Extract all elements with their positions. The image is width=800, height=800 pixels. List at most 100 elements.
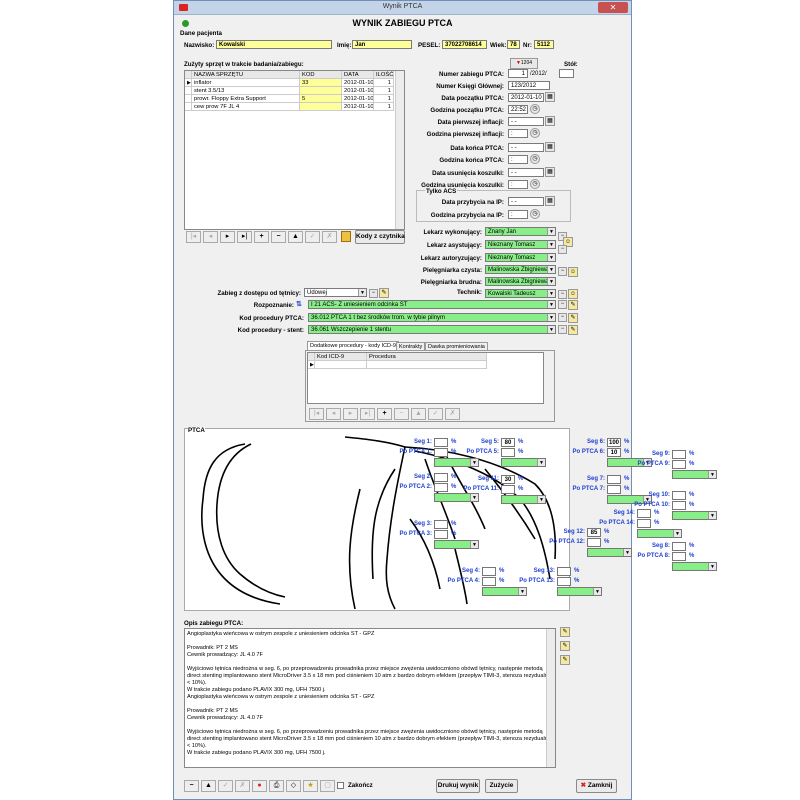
stol-field[interactable] [559,69,574,78]
cancel-edit-button[interactable]: ✗ [322,231,337,243]
prev-record-button[interactable]: ◂ [203,231,218,243]
surname-field[interactable]: Kowalski [216,40,332,49]
barcode-icon[interactable] [341,231,351,242]
table-cell[interactable] [367,361,487,369]
po-ptca-value-input[interactable]: 10 [607,448,621,457]
table-cell[interactable]: 1 [374,103,394,111]
tab-dodatkowe-procedury[interactable]: Dodatkowe procedury - kody ICD-9 [307,341,399,350]
kod-stent-select[interactable]: 36.061 Wszczepienie 1 stentu ▼ [308,325,556,334]
minus-icon[interactable]: − [558,290,567,299]
edit-list-icon[interactable]: ✎ [379,288,389,298]
record-icon[interactable]: ● [252,780,267,792]
printer-icon[interactable]: ⎙ [269,780,284,792]
table-cell[interactable]: 5 [300,95,342,103]
nr-field[interactable]: 5112 [534,40,554,49]
copy-text-icon[interactable]: ✎ [560,655,570,665]
table-cell[interactable]: 1 [374,95,394,103]
up-button[interactable]: ▲ [201,780,216,792]
godzina-poczatku-field[interactable]: 22:52 [508,105,528,114]
pielegniarka-czysta-select[interactable]: Malinowska Zbigniewa ▼ [485,265,556,274]
first-record-button[interactable]: |◂ [186,231,201,243]
segment-select[interactable]: ▼ [434,540,479,549]
segment-select[interactable]: ▼ [672,562,717,571]
lekarz-wykonujacy-select[interactable]: Znany Jan ▼ [485,227,556,236]
people-icon[interactable]: ☺ [568,289,578,299]
insert-text-icon[interactable]: ✎ [560,641,570,651]
po-ptca-value-input[interactable] [434,530,448,539]
column-header[interactable]: ILOŚĆ [374,71,394,79]
edit-list-icon[interactable]: ✎ [568,313,578,323]
people-icon[interactable]: ☺ [568,267,578,277]
kod-procedury-select[interactable]: 36.012 PTCA 1 t bez środków trom. w tybi… [308,313,556,322]
cancel-edit-button[interactable]: ✗ [235,780,250,792]
next-record-button[interactable]: ▸ [220,231,235,243]
po-ptca-value-input[interactable] [434,483,448,492]
po-ptca-value-input[interactable] [501,485,515,494]
table-cell[interactable] [300,87,342,95]
calendar-icon[interactable]: ▦ [545,196,555,206]
age-field[interactable]: 78 [507,40,520,49]
clock-icon[interactable]: ◷ [530,209,540,219]
last-record-button[interactable]: ▸| [237,231,252,243]
segment-select[interactable]: ▼ [587,548,632,557]
close-window-button[interactable]: ✕ [598,2,628,13]
segment-value-input[interactable] [607,475,621,484]
zamknij-button[interactable]: ✖ Zamknij [576,779,617,793]
table-cell[interactable]: 2012-01-10 [342,87,374,95]
rozpoznanie-select[interactable]: I 21 ACS- Z uniesieniem odcinka ST ▼ [308,300,556,309]
clock-icon[interactable]: ◷ [530,104,540,114]
confirm-button[interactable]: ✓ [218,780,233,792]
minus-icon[interactable]: − [369,289,378,298]
dostep-select[interactable]: Udowej ▼ [304,288,367,297]
godzina-konca-field[interactable]: : [508,155,528,164]
segment-value-input[interactable] [482,567,496,576]
po-ptca-value-input[interactable] [434,448,448,457]
po-ptca-value-input[interactable] [607,485,621,494]
edit-list-icon[interactable]: ✎ [568,325,578,335]
po-ptca-value-input[interactable] [557,577,571,586]
confirm-button[interactable]: ✓ [305,231,320,243]
minus-icon[interactable]: − [558,267,567,276]
disabled-icon[interactable]: ▢ [320,780,335,792]
column-header[interactable]: NAZWA SPRZĘTU [192,71,300,79]
table-cell[interactable]: cew prow 7F JL 4 [192,103,300,111]
segment-value-input[interactable] [434,438,448,447]
segment-value-input[interactable] [434,473,448,482]
prev-record-button[interactable]: ◂ [326,408,341,420]
table-cell[interactable]: inflator [192,79,300,87]
opis-textarea[interactable]: Angioplastyka wieńcowa w ostrym zespole … [184,628,556,768]
minus-icon[interactable]: − [558,245,567,254]
edit-list-icon[interactable]: ✎ [568,300,578,310]
pielegniarka-brudna-select[interactable]: Malinowska Zbigniewa ▼ [485,277,556,286]
opis-scrollbar[interactable] [546,629,555,767]
delete-record-button[interactable]: − [184,780,199,792]
delete-record-button[interactable]: − [271,231,286,243]
segment-select[interactable]: ▼ [501,458,546,467]
po-ptca-value-input[interactable] [587,538,601,547]
segment-value-input[interactable]: 80 [501,438,515,447]
po-ptca-value-input[interactable] [637,519,651,528]
ksiega-field[interactable]: 123/2012 [508,81,550,90]
minus-icon[interactable]: − [558,325,567,334]
segment-select[interactable]: ▼ [557,587,602,596]
segment-select[interactable]: ▼ [482,587,527,596]
column-header[interactable]: Kod ICD-9 [315,353,367,361]
column-header[interactable]: Procedura [367,353,487,361]
icd9-table[interactable]: Kod ICD-9 Procedura ▶ [307,352,544,404]
segment-value-input[interactable] [637,509,651,518]
table-scrollbar[interactable] [395,71,404,229]
calendar-icon[interactable]: ▦ [545,167,555,177]
calendar-icon[interactable]: ▦ [545,92,555,102]
clock-icon[interactable]: ◷ [530,128,540,138]
po-ptca-value-input[interactable] [482,577,496,586]
clock-icon[interactable]: ◷ [530,179,540,189]
segment-value-input[interactable] [434,520,448,529]
segment-value-input[interactable]: 85 [587,528,601,537]
calendar-icon[interactable]: ▦ [545,142,555,152]
segment-value-input[interactable] [672,491,686,500]
table-cell[interactable]: 33 [300,79,342,87]
pesel-field[interactable]: 37022708614 [442,40,487,49]
zakoncz-checkbox[interactable] [337,782,344,789]
first-record-button[interactable]: |◂ [309,408,324,420]
segment-value-input[interactable] [557,567,571,576]
